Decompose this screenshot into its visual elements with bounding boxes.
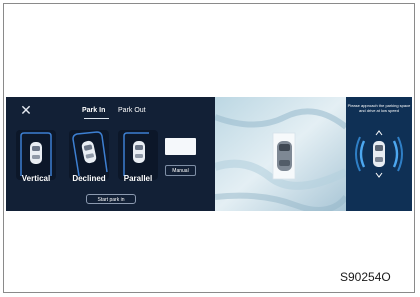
- mode-card-parallel[interactable]: [118, 130, 158, 180]
- mode-label-parallel: Parallel: [123, 174, 153, 183]
- camera-scene: [215, 97, 346, 211]
- mode-label-declined: Declined: [72, 174, 106, 183]
- camera-view: [215, 97, 346, 211]
- tab-park-out[interactable]: Park Out: [118, 107, 146, 114]
- manual-preview-box: [165, 138, 196, 155]
- start-park-in-button[interactable]: Start park in: [86, 194, 136, 204]
- car-top-view-icon: [277, 141, 292, 171]
- parallel-parking-car-icon: [123, 132, 149, 176]
- tab-park-in-underline: [84, 118, 109, 119]
- parking-assist-screen: ✕ Park In Park Out Vertical Declined Par…: [6, 97, 412, 211]
- tab-park-in[interactable]: Park In: [82, 107, 105, 114]
- manual-button[interactable]: Manual: [165, 165, 196, 176]
- mode-card-vertical[interactable]: [16, 130, 56, 180]
- close-icon: ✕: [20, 102, 32, 118]
- vertical-parking-car-icon: [20, 132, 52, 176]
- car-radar-graphic: [355, 130, 403, 178]
- mode-card-declined[interactable]: [69, 130, 109, 180]
- parking-mode-panel: ✕ Park In Park Out Vertical Declined Par…: [6, 97, 215, 211]
- declined-parking-car-icon: [72, 131, 108, 177]
- mode-label-vertical: Vertical: [21, 174, 51, 183]
- figure-code: S90254O: [340, 270, 391, 284]
- guidance-panel: Please approach the parking space and dr…: [346, 97, 412, 211]
- close-button[interactable]: ✕: [19, 103, 33, 117]
